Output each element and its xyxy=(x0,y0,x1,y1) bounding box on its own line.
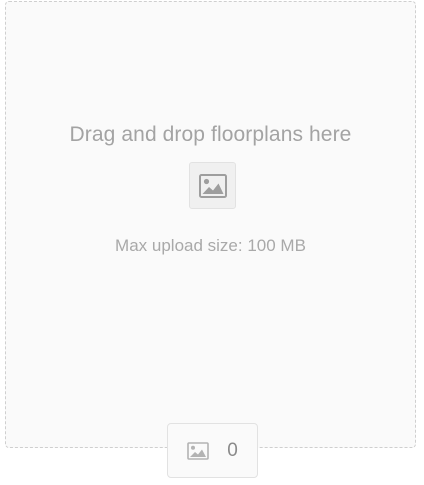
image-icon xyxy=(198,173,227,198)
floorplan-count: 0 xyxy=(227,439,238,461)
image-icon xyxy=(187,441,210,460)
floorplan-counter[interactable]: 0 xyxy=(167,423,258,478)
floorplan-dropzone[interactable]: Drag and drop floorplans here Max upload… xyxy=(5,1,416,448)
dropzone-title: Drag and drop floorplans here xyxy=(69,123,352,146)
max-upload-size-text: Max upload size: 100 MB xyxy=(115,236,306,255)
browse-image-button[interactable] xyxy=(189,162,236,209)
